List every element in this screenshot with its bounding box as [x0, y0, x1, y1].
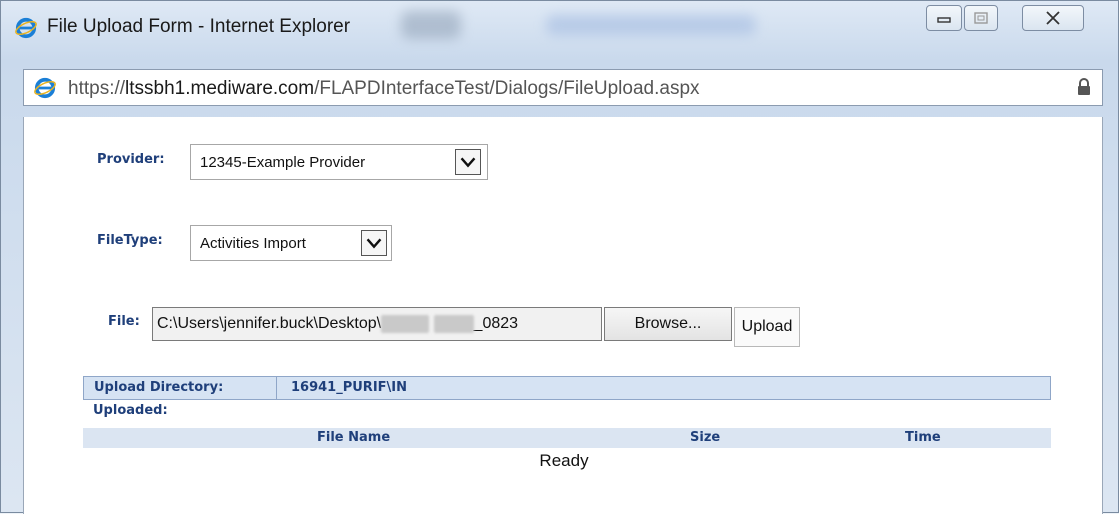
redacted-text: xxxxx [433, 315, 474, 333]
filetype-select[interactable]: Activities Import [190, 225, 392, 261]
uploaded-table-header: File Name Size Time [83, 428, 1051, 448]
browser-window: File Upload Form - Internet Explorer htt… [0, 0, 1119, 514]
redacted-text: xxxxxx [381, 315, 430, 333]
maximize-button[interactable] [964, 5, 998, 31]
minimize-button[interactable] [926, 5, 962, 31]
maximize-icon [974, 12, 988, 24]
upload-directory-value: 16941_PURIF\IN [291, 380, 408, 395]
upload-button[interactable]: Upload [734, 307, 800, 347]
url-path: /FLAPDInterfaceTest/Dialogs/FileUpload.a… [314, 78, 700, 99]
browse-button[interactable]: Browse... [604, 307, 732, 341]
uploaded-label: Uploaded: [93, 403, 168, 418]
file-path-input[interactable]: C:\Users\jennifer.buck\Desktop\xxxxxx xx… [152, 307, 602, 341]
provider-value: 12345-Example Provider [200, 154, 366, 171]
url-scheme: https:// [68, 78, 126, 99]
page-content: Provider: 12345-Example Provider FileTyp… [23, 117, 1103, 514]
url-host-prefix: ltssbh1. [125, 78, 191, 99]
status-text: Ready [539, 451, 589, 470]
file-label: File: [108, 314, 140, 329]
upload-directory-label: Upload Directory: [94, 380, 224, 395]
ie-logo-icon [34, 77, 56, 99]
minimize-icon [937, 17, 951, 23]
close-icon [1046, 11, 1060, 25]
title-bar: File Upload Form - Internet Explorer [1, 1, 1118, 53]
filetype-label: FileType: [97, 233, 163, 248]
file-path-suffix: _0823 [473, 315, 519, 332]
filetype-value: Activities Import [200, 235, 306, 252]
window-title: File Upload Form - Internet Explorer [47, 16, 351, 37]
column-header-time: Time [905, 430, 941, 445]
address-bar[interactable]: https://ltssbh1.mediware.com/FLAPDInterf… [23, 69, 1103, 106]
file-path-prefix: C:\Users\jennifer.buck\Desktop\ [157, 315, 382, 332]
lock-icon [1078, 78, 1090, 95]
ie-logo-icon [15, 17, 37, 39]
column-header-file-name: File Name [317, 430, 391, 445]
upload-directory-row: Upload Directory: 16941_PURIF\IN [83, 376, 1051, 400]
chevron-down-icon[interactable] [455, 149, 481, 175]
url-text: https://ltssbh1.mediware.com/FLAPDInterf… [68, 78, 700, 100]
provider-select[interactable]: 12345-Example Provider [190, 144, 488, 180]
url-host-domain: mediware.com [190, 78, 315, 99]
chevron-down-icon[interactable] [361, 230, 387, 256]
provider-label: Provider: [97, 152, 165, 167]
close-button[interactable] [1022, 5, 1084, 31]
blurred-background [401, 11, 461, 39]
blurred-background [546, 15, 756, 35]
column-header-size: Size [690, 430, 721, 445]
